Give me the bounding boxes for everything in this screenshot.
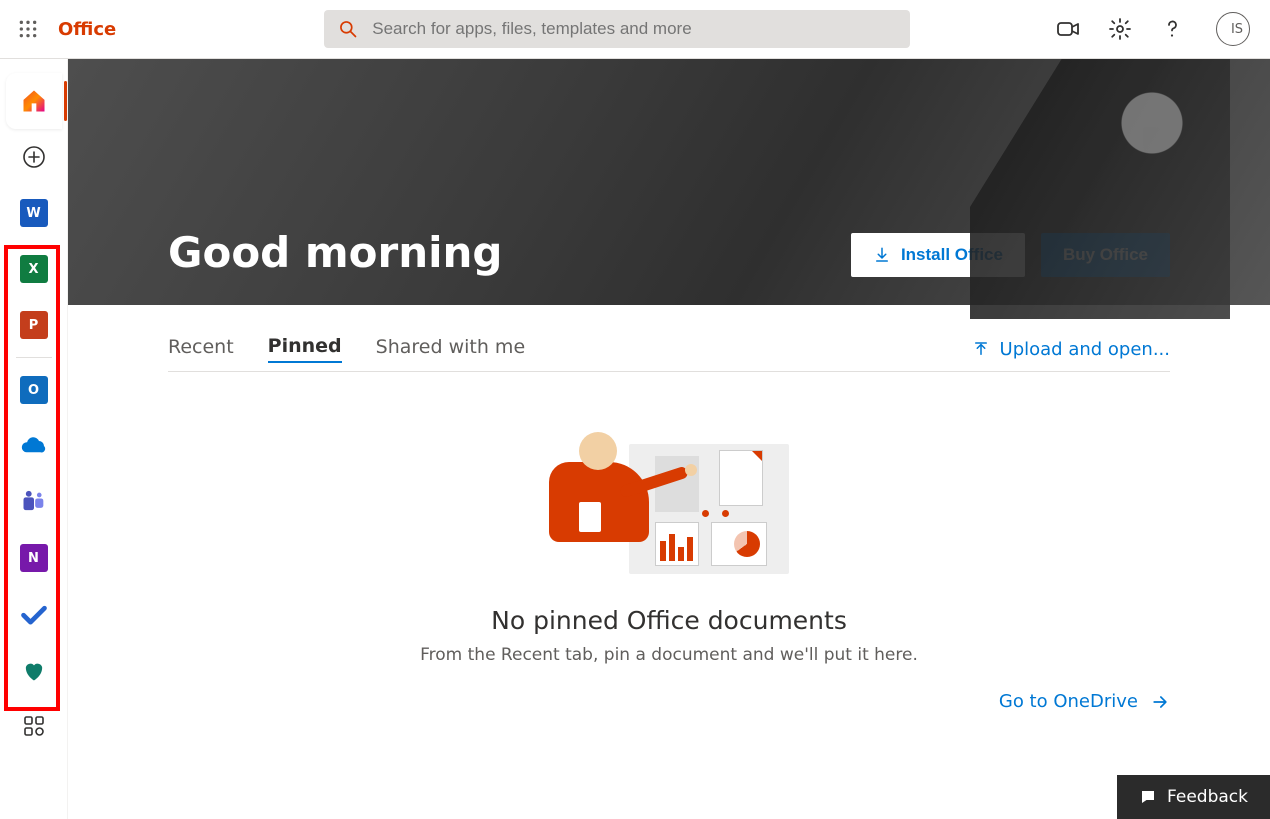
- rail-home[interactable]: [6, 73, 62, 129]
- document-tabs: Recent Pinned Shared with me Upload and …: [168, 335, 1170, 372]
- header-actions: IS: [1056, 12, 1258, 46]
- heart-shield-icon: [20, 656, 48, 684]
- empty-title: No pinned Office documents: [491, 606, 847, 635]
- chat-icon: [1139, 788, 1157, 806]
- tab-pinned[interactable]: Pinned: [268, 335, 342, 363]
- rail-app-powerpoint[interactable]: P: [6, 297, 62, 353]
- apps-grid-icon: [22, 714, 46, 738]
- question-icon: [1160, 17, 1184, 41]
- account-avatar[interactable]: IS: [1216, 12, 1250, 46]
- waffle-icon: [18, 19, 38, 39]
- rail-app-family[interactable]: [6, 642, 62, 698]
- settings-button[interactable]: [1108, 17, 1132, 41]
- search-icon: [338, 19, 358, 39]
- meet-now-button[interactable]: [1056, 17, 1080, 41]
- install-office-button[interactable]: Install Office: [851, 233, 1025, 277]
- brand-label[interactable]: Office: [58, 19, 116, 40]
- search-box[interactable]: [324, 10, 910, 48]
- rail-all-apps[interactable]: [6, 698, 62, 754]
- hero-banner: Good morning Install Office Buy Office: [68, 59, 1270, 305]
- greeting-text: Good morning: [168, 228, 502, 277]
- topbar: Office IS: [0, 0, 1270, 59]
- buy-office-button[interactable]: Buy Office: [1041, 233, 1170, 277]
- plus-circle-icon: [22, 145, 46, 169]
- tab-recent[interactable]: Recent: [168, 336, 234, 362]
- video-icon: [1056, 17, 1080, 41]
- rail-app-word[interactable]: W: [6, 185, 62, 241]
- rail-app-todo[interactable]: [6, 586, 62, 642]
- rail-app-onenote[interactable]: N: [6, 530, 62, 586]
- teams-icon: [20, 488, 48, 516]
- tab-shared-with-me[interactable]: Shared with me: [376, 336, 525, 362]
- help-button[interactable]: [1160, 17, 1184, 41]
- rail-app-excel[interactable]: X: [6, 241, 62, 297]
- app-launcher-button[interactable]: [12, 13, 44, 45]
- go-to-onedrive-link[interactable]: Go to OneDrive: [999, 691, 1170, 712]
- check-icon: [20, 600, 48, 628]
- upload-and-open-link[interactable]: Upload and open...: [972, 339, 1170, 360]
- download-icon: [873, 246, 891, 264]
- main-region: Good morning Install Office Buy Office R…: [68, 59, 1270, 819]
- gear-icon: [1108, 17, 1132, 41]
- rail-separator: [16, 357, 52, 358]
- empty-illustration: [549, 432, 789, 582]
- upload-icon: [972, 340, 990, 358]
- feedback-button[interactable]: Feedback: [1117, 775, 1270, 819]
- rail-app-teams[interactable]: [6, 474, 62, 530]
- home-icon: [20, 87, 48, 115]
- rail-app-outlook[interactable]: O: [6, 362, 62, 418]
- empty-state: No pinned Office documents From the Rece…: [168, 432, 1170, 712]
- arrow-right-icon: [1150, 692, 1170, 712]
- rail-create[interactable]: [6, 129, 62, 185]
- left-rail: W X P O N: [0, 59, 68, 819]
- onedrive-icon: [19, 431, 49, 461]
- rail-app-onedrive[interactable]: [6, 418, 62, 474]
- empty-subtitle: From the Recent tab, pin a document and …: [420, 645, 918, 665]
- search-input[interactable]: [372, 19, 896, 39]
